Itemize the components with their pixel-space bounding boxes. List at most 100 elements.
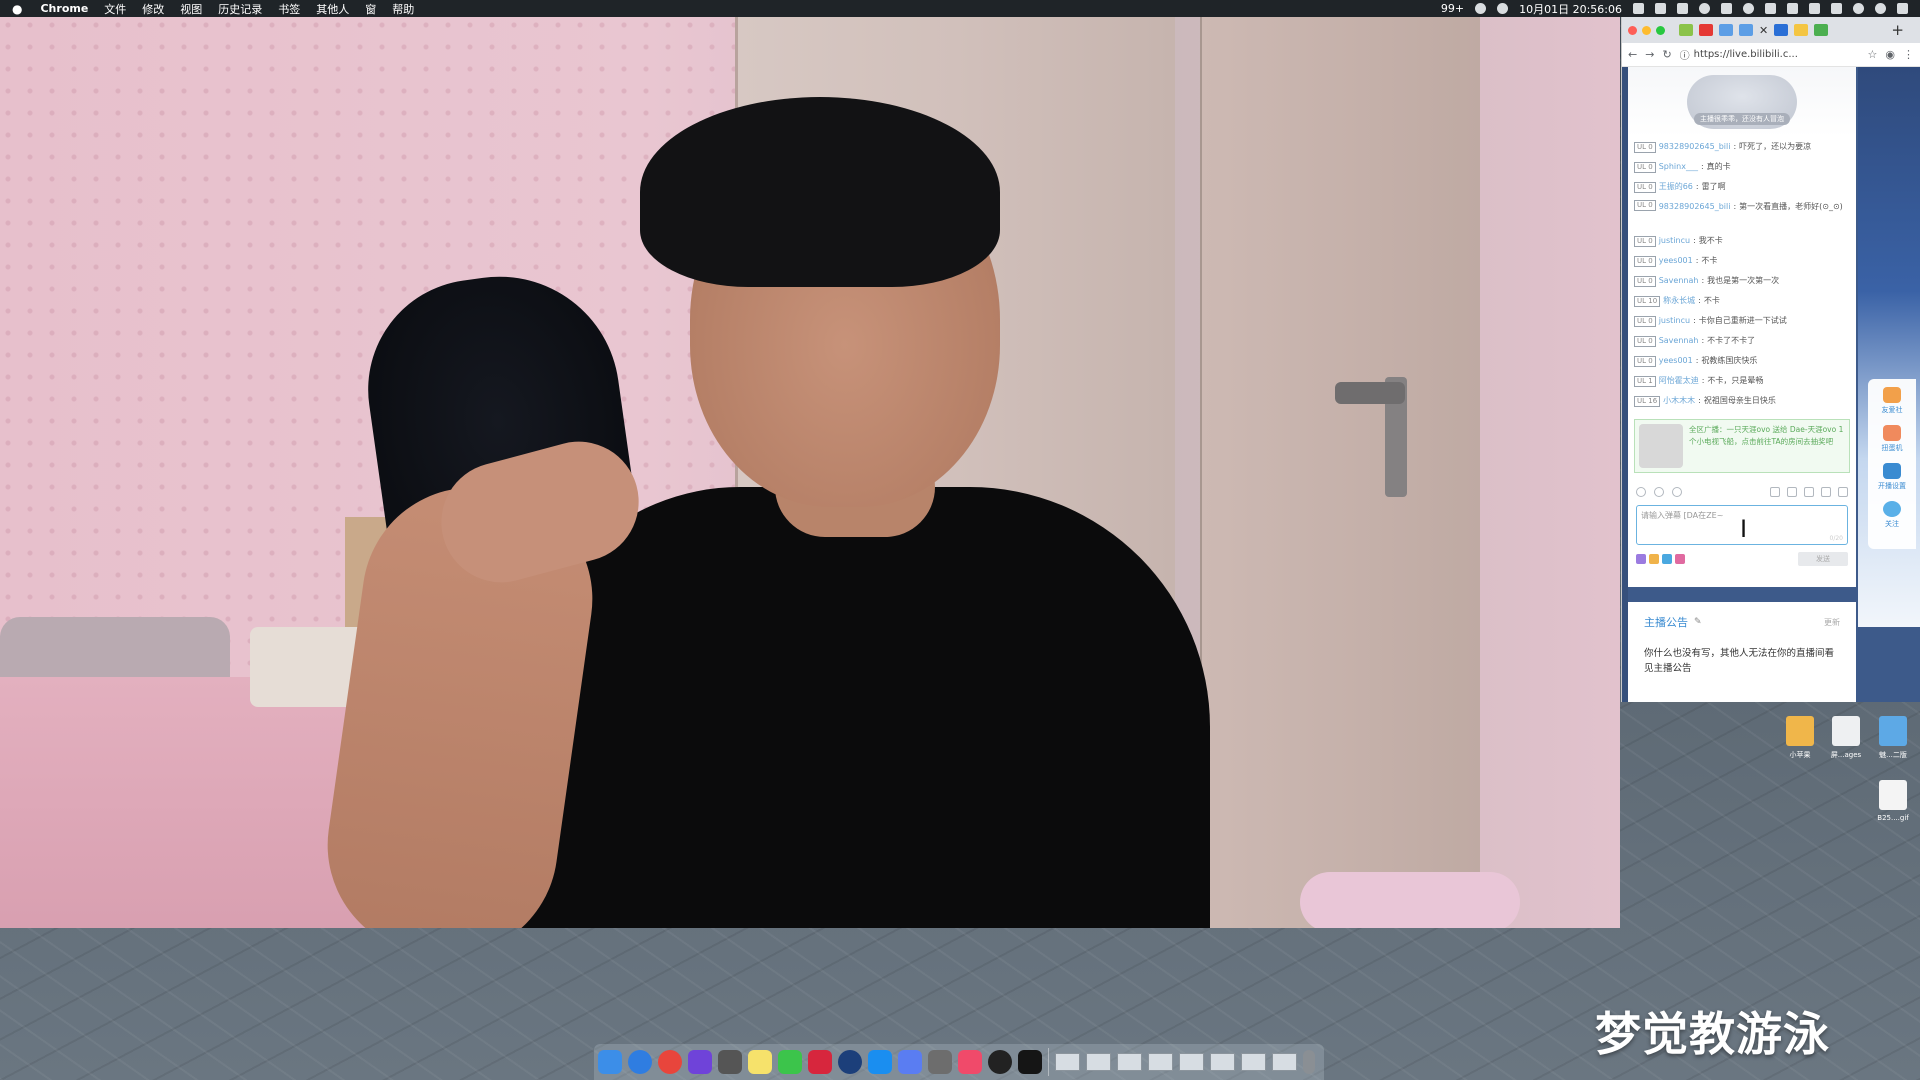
mic-icon[interactable] (1633, 3, 1644, 14)
menu-view[interactable]: 视图 (180, 1, 202, 17)
notification-badge[interactable]: 99+ (1441, 2, 1464, 15)
volume-icon[interactable] (1787, 3, 1798, 14)
send-button[interactable]: 发送 (1798, 552, 1848, 566)
tab-favicon-2[interactable] (1699, 24, 1713, 36)
screen-icon[interactable] (1809, 3, 1820, 14)
desktop-icon-folder[interactable]: 小苹果 (1778, 716, 1822, 760)
menu-edit[interactable]: 修改 (142, 1, 164, 17)
side-item-follow[interactable]: 关注 (1883, 501, 1901, 529)
gift-broadcast[interactable]: 全区广播：一只天涯ovo 送给 Dae-天涯ovo 1个小电视飞船，点击前往TA… (1634, 419, 1850, 473)
menu-window[interactable]: 窗 (365, 1, 376, 17)
badge-swatch-3[interactable] (1662, 554, 1672, 564)
time-machine-icon[interactable] (1699, 3, 1710, 14)
chat-username[interactable]: yees001 (1659, 354, 1693, 368)
minimized-window-3[interactable] (1117, 1053, 1142, 1071)
weibo-icon[interactable] (1475, 3, 1487, 14)
minimized-window-8[interactable] (1272, 1053, 1297, 1071)
minimized-window-1[interactable] (1055, 1053, 1080, 1071)
chat-username[interactable]: 98328902645_bili (1659, 140, 1731, 154)
forward-icon[interactable]: → (1645, 48, 1654, 61)
bookmark-star-icon[interactable]: ☆ (1868, 48, 1878, 61)
notice-update-link[interactable]: 更新 (1824, 617, 1840, 628)
url-text[interactable]: https://live.bilibili.c... (1694, 49, 1798, 60)
reload-icon[interactable]: ↻ (1662, 48, 1671, 61)
minimized-window-7[interactable] (1241, 1053, 1266, 1071)
tab-close-icon[interactable]: ✕ (1759, 24, 1768, 37)
final-cut-icon[interactable] (718, 1050, 742, 1074)
chat-username[interactable]: 阿怡霍太迪 (1659, 374, 1699, 388)
qq-icon[interactable] (1677, 3, 1688, 14)
minimized-window-6[interactable] (1210, 1053, 1235, 1071)
screen-mode-icon[interactable] (1787, 487, 1797, 497)
tab-favicon-4[interactable] (1739, 24, 1753, 36)
battery-icon[interactable] (1831, 3, 1842, 14)
trash-icon[interactable] (1303, 1050, 1315, 1074)
chat-username[interactable]: 小木木木 (1663, 394, 1695, 408)
chat-username[interactable]: Savennah (1659, 334, 1699, 348)
minimized-window-2[interactable] (1086, 1053, 1111, 1071)
profile-icon[interactable]: ◉ (1885, 48, 1895, 61)
side-item-fan-club[interactable]: 友爱社 (1882, 387, 1903, 415)
side-item-stream-settings[interactable]: 开播设置 (1878, 463, 1906, 491)
app-store-icon[interactable] (868, 1050, 892, 1074)
utility-app-icon[interactable] (898, 1050, 922, 1074)
desktop-icon-gif[interactable]: B25....gif (1871, 780, 1915, 822)
obs-icon[interactable] (988, 1050, 1012, 1074)
desktop-icon-blue-folder[interactable]: 魅...二版 (1871, 716, 1915, 760)
bluetooth-icon[interactable] (1721, 3, 1732, 14)
minimize-window-icon[interactable] (1642, 25, 1651, 35)
block-icon[interactable] (1838, 487, 1848, 497)
music-icon[interactable] (958, 1050, 982, 1074)
player-icon[interactable] (808, 1050, 832, 1074)
wifi-icon[interactable] (1743, 3, 1754, 14)
menu-history[interactable]: 历史记录 (218, 1, 262, 17)
chrome-icon[interactable] (658, 1050, 682, 1074)
menu-people[interactable]: 其他人 (316, 1, 349, 17)
chat-username[interactable]: justincu (1659, 234, 1690, 248)
settings-icon[interactable] (1770, 487, 1780, 497)
chat-username[interactable]: justincu (1659, 314, 1690, 328)
chat-username[interactable]: 称永长城 (1663, 294, 1695, 308)
chat-list[interactable]: UL 0 98328902645_bili : 吓死了，还以为要凉 UL 0 S… (1628, 137, 1856, 411)
imovie-icon[interactable] (688, 1050, 712, 1074)
siri-icon[interactable] (1875, 3, 1886, 14)
notification-center-icon[interactable] (1897, 3, 1908, 14)
qq-dock-icon[interactable] (1018, 1050, 1042, 1074)
address-bar[interactable]: ⓘ https://live.bilibili.c... (1680, 46, 1860, 64)
chat-username[interactable]: Savennah (1659, 274, 1699, 288)
tab-favicon-7[interactable] (1814, 24, 1829, 36)
emoji-icon[interactable] (1636, 487, 1646, 497)
system-preferences-icon[interactable] (928, 1050, 952, 1074)
edit-notice-icon[interactable]: ✎ (1694, 617, 1702, 627)
badge-swatch-4[interactable] (1675, 554, 1685, 564)
minimized-window-5[interactable] (1179, 1053, 1204, 1071)
menubar-clock[interactable]: 10月01日 20:56:06 (1519, 1, 1622, 17)
tab-favicon-3[interactable] (1719, 24, 1733, 36)
airplay-icon[interactable] (1765, 3, 1776, 14)
gift-icon[interactable] (1654, 487, 1664, 497)
palette-icon[interactable] (1672, 487, 1682, 497)
notes-icon[interactable] (748, 1050, 772, 1074)
safari-icon[interactable] (628, 1050, 652, 1074)
info-icon[interactable]: ⓘ (1680, 47, 1690, 62)
input-method-icon[interactable] (1655, 3, 1666, 14)
cast-icon[interactable] (1497, 3, 1509, 14)
side-item-gacha[interactable]: 扭蛋机 (1882, 425, 1903, 453)
screenshot-icon[interactable] (1804, 487, 1814, 497)
close-window-icon[interactable] (1628, 25, 1637, 35)
edit-icon[interactable] (1821, 487, 1831, 497)
menu-help[interactable]: 帮助 (392, 1, 414, 17)
badge-swatch-1[interactable] (1636, 554, 1646, 564)
finder-icon[interactable] (598, 1050, 622, 1074)
back-icon[interactable]: ← (1628, 48, 1637, 61)
menu-app-name[interactable]: Chrome (40, 2, 88, 15)
network-icon[interactable] (838, 1050, 862, 1074)
chat-username[interactable]: Sphinx___ (1659, 160, 1698, 174)
zoom-window-icon[interactable] (1656, 25, 1665, 35)
new-tab-icon[interactable]: + (1891, 21, 1904, 39)
tab-favicon-6[interactable] (1794, 24, 1809, 36)
chat-username[interactable]: 98328902645_bili (1659, 200, 1731, 214)
apple-menu-icon[interactable]: ● (12, 2, 22, 16)
wechat-icon[interactable] (778, 1050, 802, 1074)
menu-bookmarks[interactable]: 书签 (278, 1, 300, 17)
